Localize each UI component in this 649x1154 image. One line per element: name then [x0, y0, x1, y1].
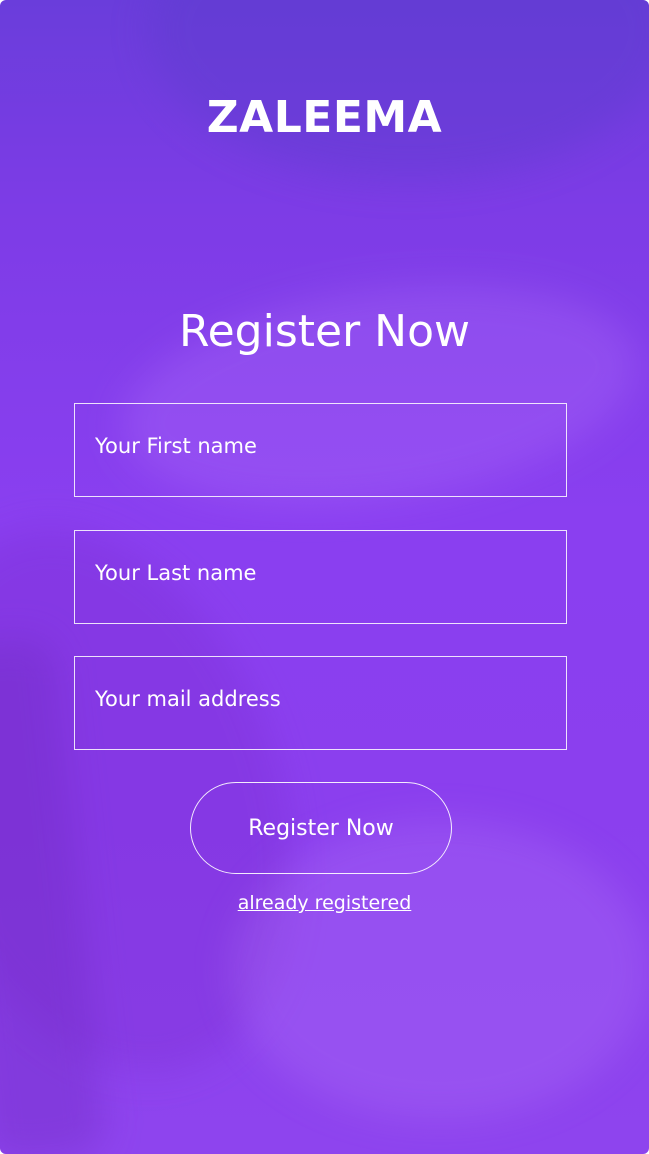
- page-title: Register Now: [179, 306, 470, 357]
- first-name-field-box: [74, 403, 567, 497]
- first-name-input[interactable]: [75, 404, 566, 496]
- register-button[interactable]: Register Now: [190, 782, 452, 874]
- brand-logo: ZALEEMA: [206, 92, 443, 143]
- email-field-box: [74, 656, 567, 750]
- login-link-container: already registered: [0, 892, 649, 914]
- email-input[interactable]: [75, 657, 566, 749]
- already-registered-link[interactable]: already registered: [238, 892, 412, 914]
- last-name-field-box: [74, 530, 567, 624]
- background-photo-overlay: [150, 0, 649, 180]
- registration-screen: ZALEEMA Register Now Register Now alread…: [0, 0, 649, 1154]
- last-name-input[interactable]: [75, 531, 566, 623]
